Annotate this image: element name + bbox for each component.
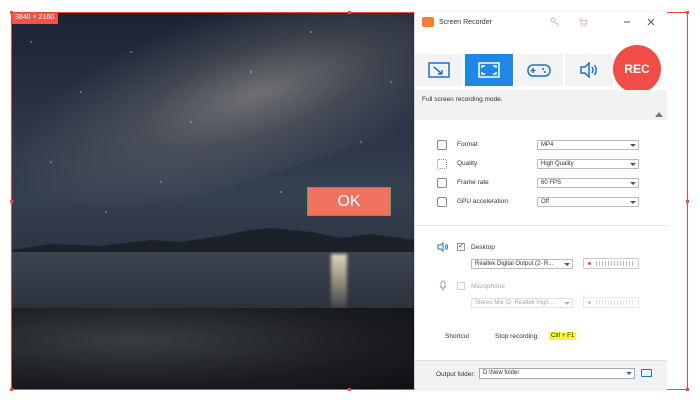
chevron-down-icon (630, 163, 636, 166)
resize-handle-left[interactable] (10, 200, 13, 203)
resize-handle-top-left[interactable] (10, 11, 13, 14)
desktop-device-value: Realtek Digital Output (2- R... (475, 261, 554, 267)
mode-game-button[interactable] (515, 54, 563, 86)
region-capture-icon (428, 62, 450, 78)
chevron-down-icon (630, 144, 636, 147)
shortcut-label: Shortcut (445, 333, 470, 340)
desktop-device-select[interactable]: Realtek Digital Output (2- R... (471, 259, 573, 269)
window-title: Screen Recorder (439, 19, 492, 26)
microphone-level-meter (583, 297, 639, 308)
speaker-icon (437, 242, 448, 252)
desktop-level-meter (583, 258, 639, 269)
format-value: MP4 (541, 142, 554, 148)
ok-button[interactable]: OK (307, 187, 391, 216)
quality-select[interactable]: High Quality (537, 159, 639, 169)
mode-region-button[interactable] (415, 54, 463, 86)
title-bar: Screen Recorder (415, 12, 667, 34)
output-folder-input[interactable]: D:\New folder (479, 368, 635, 379)
output-folder-label: Output folder: (436, 371, 476, 378)
mode-fullscreen-button[interactable] (465, 54, 513, 86)
desktop-audio-label: Desktop (471, 244, 495, 251)
format-icon (437, 140, 447, 150)
cart-icon[interactable] (577, 16, 589, 28)
stop-recording-label: Stop recording: (495, 333, 540, 340)
screen-recorder-view: 3840 × 2160 OK Screen Recorder REC Full … (0, 0, 700, 405)
collapse-caret-icon[interactable] (655, 112, 663, 117)
resolution-badge: 3840 × 2160 (11, 12, 59, 24)
output-folder-path: D:\New folder (483, 370, 520, 376)
microphone-label: Microphone (471, 283, 505, 290)
minimize-icon[interactable] (621, 16, 633, 28)
resize-handle-bottom[interactable] (348, 388, 351, 391)
resize-handle-right[interactable] (686, 200, 689, 203)
format-label: Format (457, 141, 478, 148)
gamepad-icon (527, 64, 551, 77)
format-select[interactable]: MP4 (537, 140, 639, 150)
chevron-down-icon (630, 201, 636, 204)
app-logo-icon (422, 17, 434, 27)
resize-handle-top[interactable] (348, 11, 351, 14)
frame-rate-label: Frame rate (457, 179, 489, 186)
light-reflection (331, 254, 347, 314)
speaker-icon (580, 62, 597, 78)
gpu-label: GPU acceleration (457, 198, 508, 205)
open-folder-icon[interactable] (641, 369, 652, 377)
recorder-panel: Screen Recorder REC Full screen recordin… (414, 12, 667, 391)
mode-description-bar (415, 90, 667, 120)
microphone-icon (439, 280, 447, 291)
quality-value: High Quality (541, 161, 574, 167)
mode-audio-button[interactable] (565, 54, 613, 86)
gpu-icon (437, 197, 447, 207)
close-icon[interactable] (645, 16, 657, 28)
chevron-down-icon (626, 372, 632, 375)
chevron-down-icon (564, 263, 570, 266)
gpu-select[interactable]: Off (537, 197, 639, 207)
foreground-rocks (11, 308, 415, 390)
chevron-down-icon (564, 302, 570, 305)
lake (11, 252, 415, 312)
mountain-silhouette (11, 228, 415, 254)
resize-handle-bottom-right[interactable] (686, 388, 689, 391)
mode-description: Full screen recording mode. (422, 96, 503, 103)
key-icon[interactable] (549, 16, 561, 28)
gpu-value: Off (541, 199, 549, 205)
chevron-down-icon (630, 182, 636, 185)
quality-icon (437, 159, 447, 169)
microphone-device-select[interactable]: Stereo Mix (2- Realtek High... (471, 298, 573, 308)
quality-label: Quality (457, 160, 478, 167)
resize-handle-bottom-left[interactable] (10, 388, 13, 391)
resize-handle-top-right[interactable] (686, 11, 689, 14)
frame-rate-icon (437, 178, 447, 188)
fullscreen-icon (478, 62, 500, 78)
stop-recording-hotkey[interactable]: Ctrl + F1 (549, 332, 577, 340)
desktop-audio-checkbox[interactable]: ✓ (457, 243, 465, 251)
frame-rate-value: 60 FPS (541, 180, 562, 186)
rec-button[interactable]: REC (613, 45, 661, 93)
microphone-checkbox[interactable] (457, 282, 465, 290)
microphone-device-value: Stereo Mix (2- Realtek High... (475, 300, 554, 306)
frame-rate-select[interactable]: 60 FPS (537, 178, 639, 188)
divider (415, 225, 667, 226)
